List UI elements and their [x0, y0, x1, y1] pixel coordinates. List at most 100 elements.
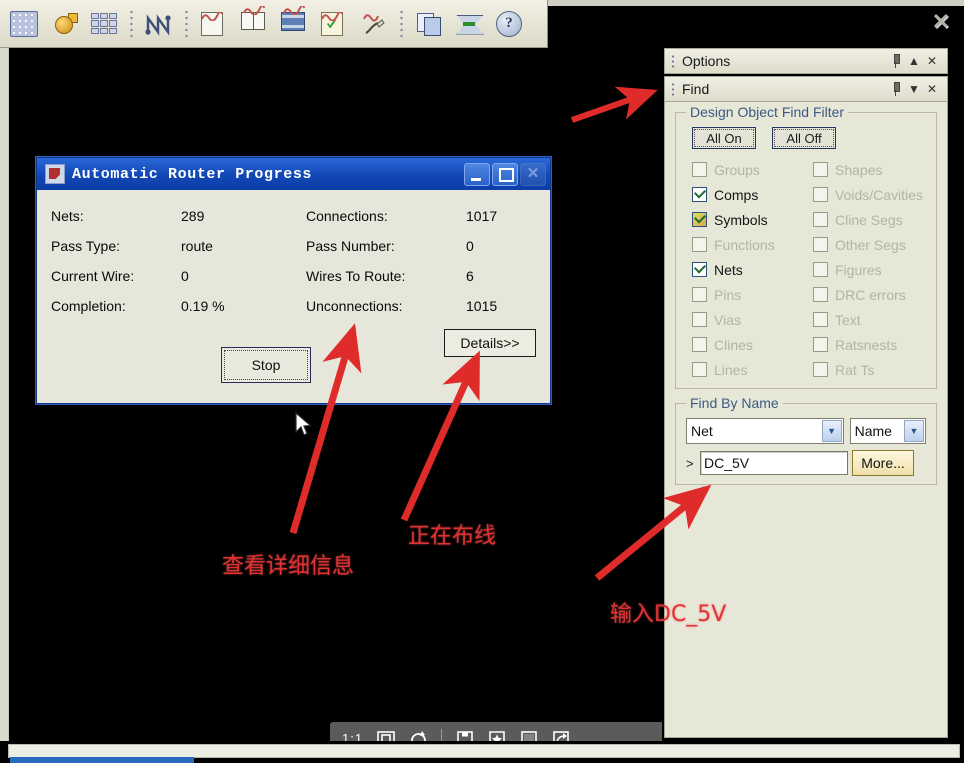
open-book-icon[interactable] — [235, 5, 273, 43]
all-off-button[interactable]: All Off — [772, 127, 836, 149]
object-type-value: Net — [691, 423, 713, 439]
toolbar-grip[interactable] — [399, 8, 404, 39]
left-margin-strip — [0, 48, 8, 763]
more-button[interactable]: More... — [852, 450, 914, 476]
checkbox-ratsnests[interactable]: Ratsnests — [813, 334, 926, 355]
filter-toggle-row: All On All Off — [686, 127, 926, 149]
film-strip-icon[interactable] — [275, 5, 313, 43]
checkbox-box — [813, 212, 828, 227]
status-strip — [8, 744, 960, 758]
checkbox-figures[interactable]: Figures — [813, 259, 926, 280]
components-grid-icon[interactable] — [85, 5, 123, 43]
checkbox-functions[interactable]: Functions — [692, 234, 805, 255]
checkbox-lines[interactable]: Lines — [692, 359, 805, 380]
options-panel-header[interactable]: Options ▲ ✕ — [664, 48, 948, 74]
checkbox-label: Comps — [714, 186, 759, 203]
checkbox-label: DRC errors — [835, 286, 906, 303]
checkbox-rat-ts[interactable]: Rat Ts — [813, 359, 926, 380]
stat-value: route — [181, 238, 213, 254]
checkbox-vias[interactable]: Vias — [692, 309, 805, 330]
checkbox-other-segs[interactable]: Other Segs — [813, 234, 926, 255]
name-input[interactable]: DC_5V — [700, 451, 848, 475]
toolbar-grip[interactable] — [184, 8, 189, 39]
minimize-button[interactable] — [464, 162, 490, 186]
checkbox-label: Functions — [714, 236, 775, 253]
checkbox-nets[interactable]: Nets — [692, 259, 805, 280]
board-grid-icon[interactable] — [5, 5, 43, 43]
checkbox-text[interactable]: Text — [813, 309, 926, 330]
router-app-icon — [45, 164, 65, 184]
panel-grip[interactable] — [671, 82, 675, 96]
checkbox-box — [813, 312, 828, 327]
stat-value: 1015 — [466, 298, 498, 314]
prompt-symbol: > — [686, 455, 694, 471]
pin-icon[interactable] — [887, 80, 905, 98]
checkbox-label: Lines — [714, 361, 748, 378]
route-path-icon[interactable] — [140, 5, 178, 43]
stop-button[interactable]: Stop — [221, 347, 311, 383]
close-icon[interactable]: ✕ — [928, 10, 954, 36]
annotation-input-dc5v: 输入DC_5V — [610, 602, 727, 627]
checkbox-box — [692, 237, 707, 252]
filter-checkbox-grid: Groups Shapes Comps Voids/Cavities Symbo… — [686, 159, 926, 380]
find-by-name-selectors: Net ▼ Name ▼ — [686, 418, 926, 444]
match-mode-value: Name — [854, 423, 892, 439]
match-mode-select[interactable]: Name ▼ — [849, 418, 926, 444]
checkbox-clines[interactable]: Clines — [692, 334, 805, 355]
ti-logo-icon[interactable] — [45, 5, 83, 43]
router-stats-grid: Nets: 289 Connections: 1017 Pass Type: r… — [51, 208, 536, 314]
panel-grip[interactable] — [671, 54, 675, 68]
close-icon[interactable]: ✕ — [923, 80, 941, 98]
checkbox-box — [813, 162, 828, 177]
checkbox-box — [692, 262, 707, 277]
chevron-down-icon[interactable]: ▼ — [905, 80, 923, 98]
checkbox-drc-errors[interactable]: DRC errors — [813, 284, 926, 305]
chevron-down-icon[interactable]: ▼ — [904, 420, 924, 442]
details-button[interactable]: Details>> — [444, 329, 536, 357]
checkbox-voids-cavities[interactable]: Voids/Cavities — [813, 184, 926, 205]
dialog-title: Automatic Router Progress — [72, 165, 313, 183]
checklist-icon[interactable] — [315, 5, 353, 43]
signal-pen-icon[interactable] — [355, 5, 393, 43]
checkbox-groups[interactable]: Groups — [692, 159, 805, 180]
stat-value: 289 — [181, 208, 205, 224]
checkbox-comps[interactable]: Comps — [692, 184, 805, 205]
dialog-titlebar[interactable]: Automatic Router Progress ✕ — [37, 158, 550, 190]
checkbox-label: Symbols — [714, 211, 768, 228]
checkbox-box — [692, 187, 707, 202]
filter-legend: Design Object Find Filter — [686, 104, 849, 120]
options-panel-title: Options — [682, 53, 731, 69]
find-panel-header[interactable]: Find ▼ ✕ — [664, 76, 948, 102]
object-type-select[interactable]: Net ▼ — [686, 418, 844, 444]
checkbox-label: Other Segs — [835, 236, 906, 253]
pin-icon[interactable] — [887, 52, 905, 70]
maximize-button[interactable] — [492, 162, 518, 186]
find-by-name-legend: Find By Name — [686, 395, 783, 411]
checkbox-box — [813, 237, 828, 252]
checkbox-label: Clines — [714, 336, 753, 353]
close-icon[interactable]: ✕ — [923, 52, 941, 70]
right-dock-panel: Options ▲ ✕ Find ▼ ✕ Design Object Find … — [660, 46, 952, 763]
chevron-down-icon[interactable]: ▼ — [821, 420, 842, 442]
chevron-up-icon[interactable]: ▲ — [905, 52, 923, 70]
copy-pages-icon[interactable] — [410, 5, 448, 43]
checkbox-label: Pins — [714, 286, 742, 303]
checkbox-label: Rat Ts — [835, 361, 875, 378]
help-icon[interactable]: ? — [490, 5, 528, 43]
checkbox-shapes[interactable]: Shapes — [813, 159, 926, 180]
new-file-icon[interactable] — [195, 5, 233, 43]
checkbox-symbols[interactable]: Symbols — [692, 209, 805, 230]
envelope-icon[interactable] — [450, 5, 488, 43]
all-on-button[interactable]: All On — [692, 127, 756, 149]
toolbar-grip[interactable] — [129, 8, 134, 39]
taskbar-item[interactable] — [10, 757, 194, 763]
checkbox-box — [813, 362, 828, 377]
checkbox-pins[interactable]: Pins — [692, 284, 805, 305]
dialog-button-row: Stop Details>> — [37, 329, 536, 383]
stat-label: Unconnections: — [306, 298, 403, 314]
close-button[interactable]: ✕ — [520, 162, 546, 186]
checkbox-cline-segs[interactable]: Cline Segs — [813, 209, 926, 230]
stat-label: Pass Number: — [306, 238, 395, 254]
stat-value: 0 — [466, 238, 474, 254]
stat-value: 6 — [466, 268, 474, 284]
